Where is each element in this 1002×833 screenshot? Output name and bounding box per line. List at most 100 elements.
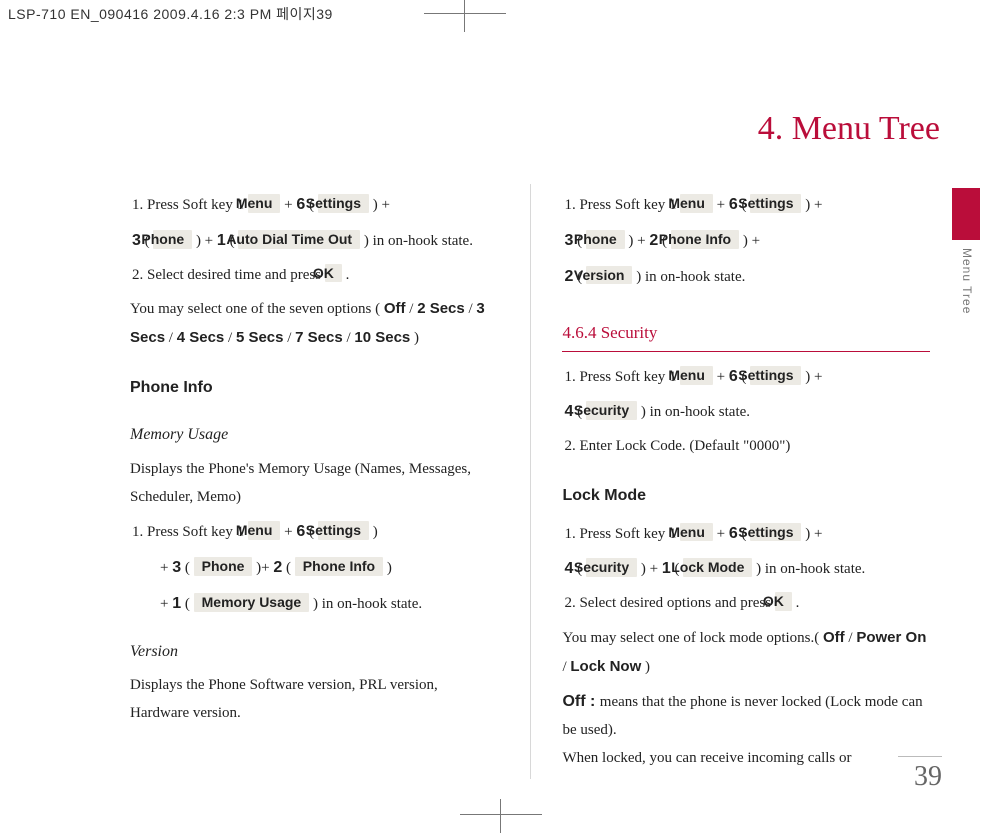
step: 4 ( Security ) + 1 ( Lock Mode ) in on-h… — [562, 554, 930, 584]
step: 2. Select desired options and press OK . — [562, 590, 930, 618]
text: ) + — [805, 197, 822, 213]
settings-key: Settings — [318, 194, 369, 213]
step: 2. Select desired time and press OK . — [130, 262, 498, 290]
phone-info-key: Phone Info — [295, 557, 383, 576]
digit-1: 1 — [172, 595, 181, 612]
digit-4: 4 — [564, 403, 573, 420]
digit-1: 1 — [217, 232, 226, 249]
text: ) — [414, 330, 419, 346]
doc-header: LSP-710 EN_090416 2009.4.16 2:3 PM 페이지39 — [8, 4, 333, 24]
digit-2: 2 — [273, 559, 282, 576]
menu-key: Menu — [680, 194, 713, 213]
text: 1. Press Soft key 1 — [132, 197, 248, 213]
text: + — [717, 369, 729, 385]
digit-4: 4 — [564, 560, 573, 577]
opt-4secs: 4 Secs — [177, 329, 225, 346]
text: + — [284, 524, 296, 540]
text: ) in on-hook state. — [313, 596, 422, 612]
section-tab — [952, 188, 980, 240]
memory-usage-heading: Memory Usage — [130, 420, 498, 450]
opt-off: Off — [384, 300, 406, 317]
lock-mode-key: Lock Mode — [683, 558, 752, 577]
step: 1. Press Soft key 1 Menu + 6 ( Settings … — [562, 519, 930, 549]
step: 3 ( Phone ) + 2 ( Phone Info ) + — [562, 226, 930, 256]
step: 2 ( Version ) in on-hook state. — [562, 262, 930, 292]
text: ) in on-hook state. — [756, 561, 865, 577]
ok-key: OK — [325, 264, 342, 283]
text: in on-hook state. — [373, 233, 473, 249]
step: 1. Press Soft key 1 Menu + 6 ( Settings … — [562, 190, 930, 220]
text: ) — [645, 659, 650, 675]
lock-options: You may select one of lock mode options.… — [562, 624, 930, 682]
text: ) + — [373, 197, 390, 213]
text: / — [409, 301, 417, 317]
opt-2secs: 2 Secs — [417, 300, 465, 317]
text: )+ — [256, 560, 269, 576]
right-column: 1. Press Soft key 1 Menu + 6 ( Settings … — [562, 184, 930, 779]
text: + — [717, 197, 729, 213]
digit-6: 6 — [729, 368, 738, 385]
content-columns: 1. Press Soft key 1 Menu + 6 ( Settings … — [130, 184, 930, 779]
opt-5secs: 5 Secs — [236, 329, 284, 346]
settings-key: Settings — [750, 194, 801, 213]
security-key: Security — [586, 558, 637, 577]
text: means that the phone is never locked (Lo… — [562, 694, 922, 738]
digit-6: 6 — [296, 523, 305, 540]
menu-key: Menu — [248, 521, 281, 540]
opt-7secs: 7 Secs — [295, 329, 343, 346]
version-key: Version — [586, 266, 633, 285]
left-column: 1. Press Soft key 1 Menu + 6 ( Settings … — [130, 184, 498, 779]
chapter-title: 4. Menu Tree — [758, 110, 940, 148]
version-body: Displays the Phone Software version, PRL… — [130, 672, 498, 728]
text: 1. Press Soft key 1 — [564, 526, 680, 542]
text: You may select one of lock mode options.… — [562, 630, 823, 646]
phone-key: Phone — [586, 230, 625, 249]
auto-dial-key: Auto Dial Time Out — [238, 230, 360, 249]
page: LSP-710 EN_090416 2009.4.16 2:3 PM 페이지39… — [0, 0, 1002, 833]
text: When locked, you can receive incoming ca… — [562, 750, 851, 766]
memory-usage-body: Displays the Phone's Memory Usage (Names… — [130, 456, 498, 512]
step: 2. Enter Lock Code. (Default "0000") — [562, 433, 930, 461]
menu-key: Menu — [680, 366, 713, 385]
section-4-6-4: 4.6.4 Security — [562, 317, 930, 351]
text: . — [796, 595, 800, 611]
crop-mark-top — [430, 4, 500, 26]
phone-info-heading: Phone Info — [130, 373, 498, 403]
digit-3: 3 — [564, 232, 573, 249]
menu-key: Menu — [680, 523, 713, 542]
off-label: Off : — [562, 693, 599, 710]
step: 4 ( Security ) in on-hook state. — [562, 397, 930, 427]
text: + — [160, 596, 172, 612]
opt-power-on: Power On — [856, 629, 926, 646]
step: 1. Press Soft key 1 Menu + 6 ( Settings … — [130, 517, 498, 547]
step: 3 ( Phone ) + 1 ( Auto Dial Time Out ) i… — [130, 226, 498, 256]
digit-2: 2 — [564, 268, 573, 285]
text: ) + — [805, 369, 822, 385]
menu-key: Menu — [248, 194, 281, 213]
phone-key: Phone — [153, 230, 192, 249]
opt-lock-now: Lock Now — [570, 658, 641, 675]
settings-key: Settings — [750, 366, 801, 385]
memory-usage-key: Memory Usage — [194, 593, 310, 612]
text: 1. Press Soft key 1 — [564, 197, 680, 213]
text: ) — [373, 524, 378, 540]
text: + — [717, 526, 729, 542]
phone-info-key: Phone Info — [671, 230, 739, 249]
step: 1. Press Soft key 1 Menu + 6 ( Settings … — [130, 190, 498, 220]
crop-mark-bottom — [466, 805, 536, 827]
opt-off: Off — [823, 629, 845, 646]
digit-1: 1 — [662, 560, 671, 577]
step: + 1 ( Memory Usage ) in on-hook state. — [130, 589, 498, 619]
text: ( — [185, 596, 194, 612]
page-number: 39 — [898, 756, 942, 793]
text: / — [228, 330, 236, 346]
digit-2: 2 — [649, 232, 658, 249]
text: You may select one of the seven options … — [130, 301, 384, 317]
phone-key: Phone — [194, 557, 253, 576]
text: 2. Select desired options and press — [564, 595, 774, 611]
lock-mode-heading: Lock Mode — [562, 481, 930, 511]
text: ) in on-hook state. — [641, 404, 750, 420]
text: ) + — [628, 233, 649, 249]
digit-3: 3 — [172, 559, 181, 576]
settings-key: Settings — [750, 523, 801, 542]
